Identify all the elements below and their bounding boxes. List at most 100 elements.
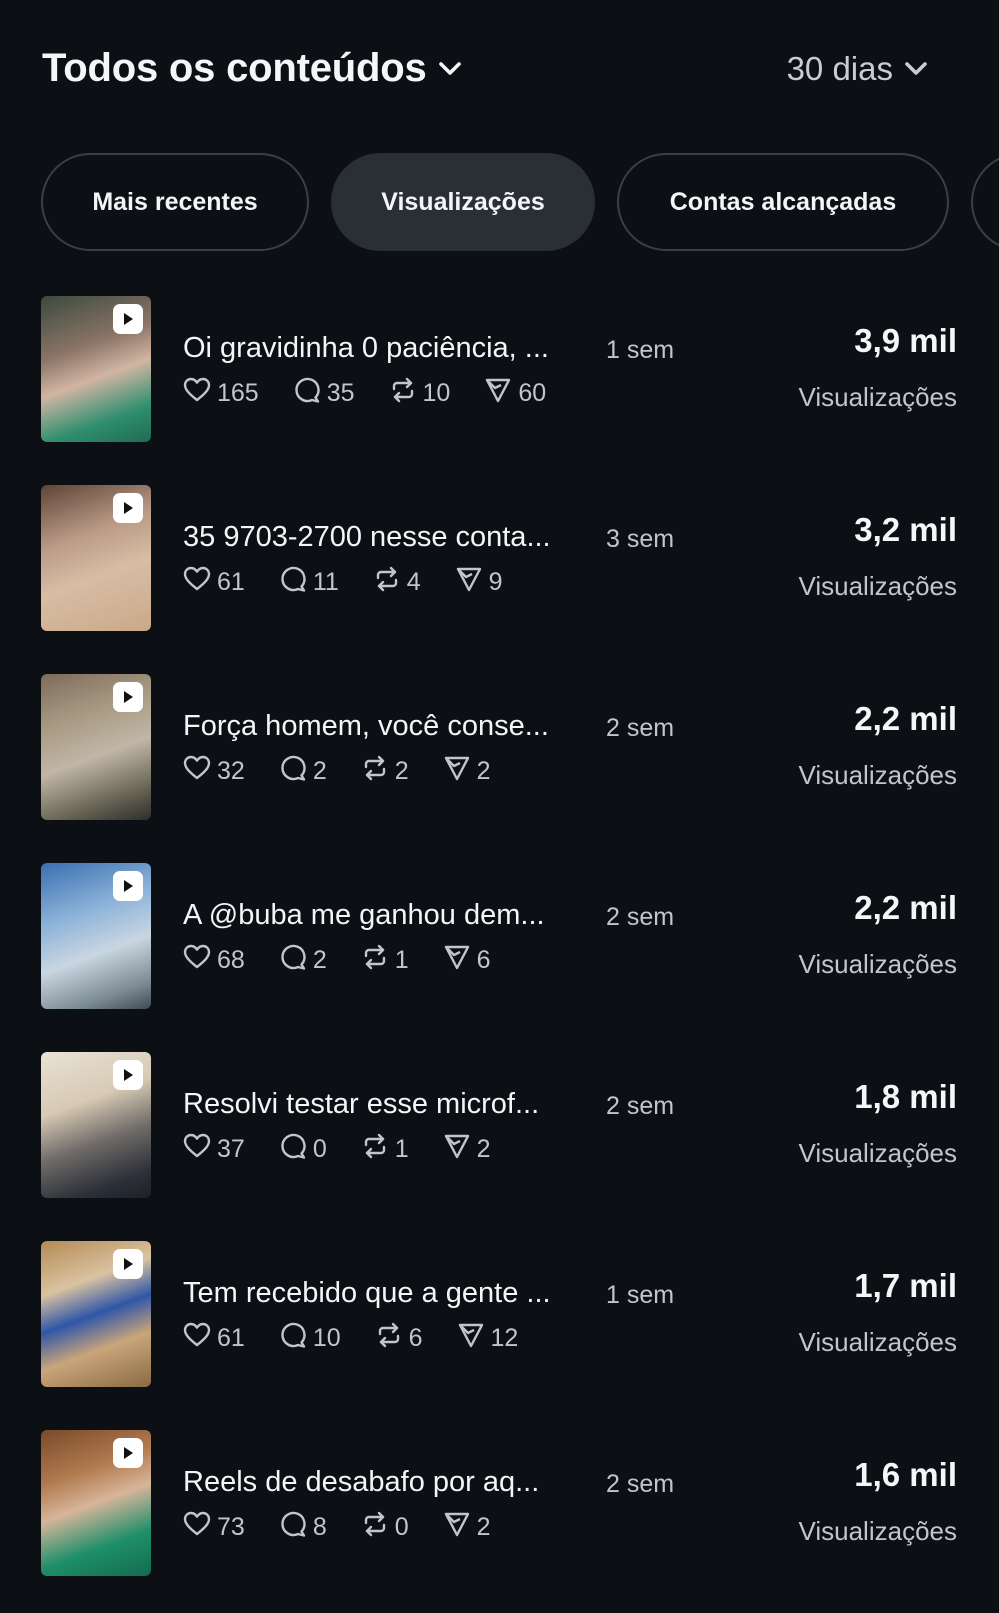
content-type-dropdown[interactable]: Todos os conteúdos xyxy=(42,46,461,91)
comments-stat: 11 xyxy=(279,565,339,600)
post-age: 2 sem xyxy=(606,714,675,742)
repost-icon xyxy=(361,1510,395,1545)
post-title: A @buba me ganhou dem... xyxy=(183,899,545,931)
post-stats: 68 2 1 6 xyxy=(183,943,525,978)
views-label: Visualizações xyxy=(798,1138,957,1168)
comment-icon xyxy=(279,1132,313,1167)
post-stats: 61 11 4 9 xyxy=(183,565,537,600)
heart-icon xyxy=(183,1511,217,1544)
shares-stat: 2 xyxy=(443,1132,491,1167)
post-age: 3 sem xyxy=(606,525,675,553)
reposts-count: 0 xyxy=(394,1513,409,1541)
period-dropdown[interactable]: 30 dias xyxy=(787,50,927,88)
header: Todos os conteúdos 30 dias xyxy=(0,0,999,140)
post-thumbnail[interactable] xyxy=(41,1430,151,1576)
list-item[interactable]: Tem recebido que a gente ... 1 sem 61 10… xyxy=(0,1235,999,1424)
heart-icon xyxy=(183,944,217,977)
heart-icon xyxy=(183,566,217,599)
send-icon xyxy=(443,1510,477,1545)
reposts-count: 6 xyxy=(408,1324,423,1352)
comment-icon xyxy=(279,943,313,978)
shares-count: 9 xyxy=(488,568,503,596)
list-item[interactable]: A @buba me ganhou dem... 2 sem 68 2 1 6 … xyxy=(0,857,999,1046)
views-count: 2,2 mil xyxy=(854,889,957,926)
post-age: 2 sem xyxy=(606,1092,675,1120)
views-count: 1,7 mil xyxy=(854,1267,957,1304)
post-stats: 73 8 0 2 xyxy=(183,1510,525,1545)
shares-stat: 6 xyxy=(443,943,491,978)
reposts-count: 1 xyxy=(394,1135,409,1163)
reposts-stat: 1 xyxy=(361,943,409,978)
list-item[interactable]: Reels de desabafo por aq... 2 sem 73 8 0 xyxy=(0,1424,999,1613)
views-label: Visualizações xyxy=(798,382,957,412)
post-thumbnail[interactable] xyxy=(41,863,151,1009)
shares-count: 2 xyxy=(476,1135,491,1163)
repost-icon xyxy=(361,754,395,789)
reel-icon xyxy=(113,1060,143,1090)
send-icon xyxy=(455,565,489,600)
likes-count: 32 xyxy=(217,757,245,785)
filter-views[interactable]: Visualizações xyxy=(331,153,595,251)
likes-stat: 37 xyxy=(183,1133,245,1166)
views-count: 1,8 mil xyxy=(854,1078,957,1115)
repost-icon xyxy=(375,1321,409,1356)
heart-icon xyxy=(183,377,217,410)
repost-icon xyxy=(389,376,423,411)
list-item[interactable]: Força homem, você conse... 2 sem 32 2 2 xyxy=(0,668,999,857)
filter-accounts-reached[interactable]: Contas alcançadas xyxy=(617,153,949,251)
comments-count: 0 xyxy=(312,1135,327,1163)
reposts-stat: 10 xyxy=(389,376,450,411)
send-icon xyxy=(443,1132,477,1167)
post-thumbnail[interactable] xyxy=(41,296,151,442)
shares-stat: 9 xyxy=(455,565,503,600)
post-thumbnail[interactable] xyxy=(41,1052,151,1198)
list-item[interactable]: Oi gravidinha 0 paciência, ... 1 sem 165… xyxy=(0,290,999,479)
shares-stat: 2 xyxy=(443,1510,491,1545)
shares-count: 6 xyxy=(476,946,491,974)
likes-count: 165 xyxy=(217,379,259,407)
comments-stat: 8 xyxy=(279,1510,327,1545)
likes-stat: 68 xyxy=(183,944,245,977)
repost-icon xyxy=(373,565,407,600)
reel-icon xyxy=(113,682,143,712)
views-label: Visualizações xyxy=(798,760,957,790)
send-icon xyxy=(484,376,518,411)
post-age: 1 sem xyxy=(606,336,675,364)
heart-icon xyxy=(183,1322,217,1355)
likes-count: 68 xyxy=(217,946,245,974)
period-label: 30 dias xyxy=(786,50,893,87)
post-thumbnail[interactable] xyxy=(41,485,151,631)
filter-most-recent[interactable]: Mais recentes xyxy=(41,153,309,251)
shares-count: 12 xyxy=(490,1324,519,1352)
send-icon xyxy=(443,754,477,789)
reel-icon xyxy=(113,493,143,523)
list-item[interactable]: 35 9703-2700 nesse conta... 3 sem 61 11 … xyxy=(0,479,999,668)
shares-count: 2 xyxy=(476,1513,491,1541)
reposts-stat: 1 xyxy=(361,1132,409,1167)
post-thumbnail[interactable] xyxy=(41,1241,151,1387)
reposts-stat: 6 xyxy=(375,1321,423,1356)
list-item[interactable]: Resolvi testar esse microf... 2 sem 37 0… xyxy=(0,1046,999,1235)
post-title: Reels de desabafo por aq... xyxy=(183,1466,540,1498)
reel-icon xyxy=(113,1249,143,1279)
filter-more[interactable] xyxy=(971,153,999,251)
comment-icon xyxy=(279,1510,313,1545)
likes-stat: 73 xyxy=(183,1511,245,1544)
reel-icon xyxy=(113,871,143,901)
reposts-stat: 4 xyxy=(373,565,421,600)
chevron-down-icon xyxy=(438,61,461,76)
views-count: 3,9 mil xyxy=(854,322,957,359)
post-thumbnail[interactable] xyxy=(41,674,151,820)
comments-stat: 10 xyxy=(279,1321,341,1356)
likes-stat: 61 xyxy=(183,566,245,599)
comments-count: 2 xyxy=(312,946,327,974)
likes-stat: 32 xyxy=(183,755,245,788)
post-stats: 37 0 1 2 xyxy=(183,1132,525,1167)
post-title: Resolvi testar esse microf... xyxy=(183,1088,540,1120)
post-title: Tem recebido que a gente ... xyxy=(183,1277,551,1309)
reposts-count: 2 xyxy=(394,757,409,785)
views-label: Visualizações xyxy=(798,1327,957,1357)
send-icon xyxy=(457,1321,491,1356)
post-title: Oi gravidinha 0 paciência, ... xyxy=(183,332,549,364)
comments-stat: 2 xyxy=(279,754,327,789)
